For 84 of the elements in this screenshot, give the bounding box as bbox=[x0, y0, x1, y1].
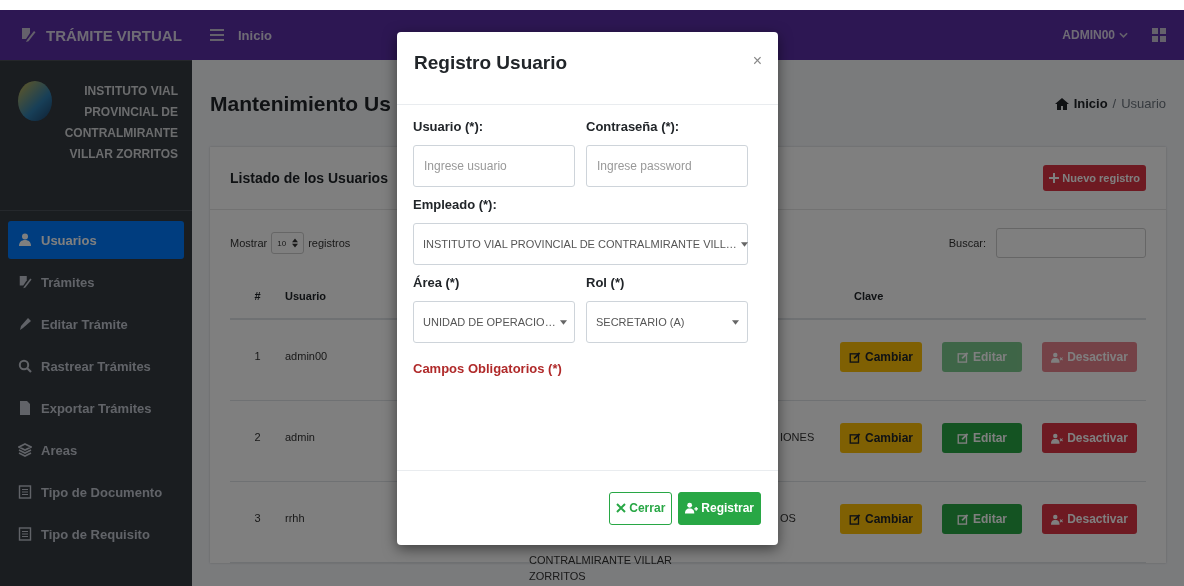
show-label: Mostrar bbox=[230, 237, 268, 249]
plus-icon bbox=[1049, 173, 1060, 183]
change-password-button[interactable]: Cambiar bbox=[840, 342, 922, 372]
home-link[interactable]: Inicio bbox=[238, 27, 272, 43]
organization-name: INSTITUTO VIAL PROVINCIAL DE CONTRALMIRANTE VILLAR ZORRITOS bbox=[63, 83, 178, 163]
table-cell: OS bbox=[780, 512, 796, 524]
table-cell: 1 bbox=[254, 350, 261, 362]
page-title: Mantenimiento Us bbox=[210, 91, 392, 116]
grid-icon[interactable] bbox=[1152, 28, 1166, 42]
user-icon bbox=[18, 233, 32, 247]
edit-icon bbox=[849, 432, 861, 444]
breadcrumb-separator: / bbox=[1112, 96, 1117, 111]
list-document-icon bbox=[18, 485, 32, 499]
field-label: Empleado (*): bbox=[413, 197, 498, 212]
search-field[interactable] bbox=[996, 228, 1146, 258]
edit-icon bbox=[957, 513, 969, 525]
card-title: Listado de los Usuarios bbox=[230, 170, 388, 186]
edit-button[interactable]: Editar bbox=[942, 423, 1022, 453]
deactivate-button[interactable]: Desactivar bbox=[1042, 504, 1137, 534]
edit-button[interactable]: Editar bbox=[942, 504, 1022, 534]
sidebar-item[interactable]: Exportar Trámites bbox=[8, 389, 184, 427]
page-length-select[interactable]: 10 bbox=[271, 232, 305, 254]
column-header: # bbox=[253, 290, 262, 302]
breadcrumb-current: Usuario bbox=[1121, 96, 1166, 111]
table-cell: admin bbox=[285, 431, 315, 443]
change-password-button[interactable]: Cambiar bbox=[840, 504, 922, 534]
select-field[interactable]: UNIDAD DE OPERACIO… bbox=[413, 301, 575, 343]
sidebar-item[interactable]: Tipo de Requisito bbox=[8, 515, 184, 553]
logo-image bbox=[18, 81, 52, 121]
register-button[interactable]: Registrar bbox=[678, 491, 761, 525]
table-cell: admin00 bbox=[285, 350, 328, 362]
records-label: registros bbox=[308, 237, 351, 249]
search-label: Buscar: bbox=[948, 237, 986, 249]
edit-icon bbox=[849, 513, 861, 525]
list-document-icon bbox=[18, 527, 32, 541]
menu-icon[interactable] bbox=[210, 28, 224, 42]
table-cell: 3 bbox=[254, 512, 261, 524]
change-password-button[interactable]: Cambiar bbox=[840, 423, 922, 453]
modal-title: Registro Usuario bbox=[414, 52, 568, 74]
layers-icon bbox=[18, 443, 32, 457]
select-field[interactable]: SECRETARIO (A) bbox=[586, 301, 748, 343]
edit-icon bbox=[849, 351, 861, 363]
close-button[interactable]: × bbox=[748, 52, 766, 70]
sidebar-item[interactable]: Usuarios bbox=[8, 221, 184, 259]
document-edit-icon bbox=[20, 27, 36, 43]
table-cell: rrhh bbox=[285, 512, 305, 524]
sidebar-item[interactable]: Rastrear Trámites bbox=[8, 347, 184, 385]
sidebar-item[interactable]: Tipo de Documento bbox=[8, 473, 184, 511]
file-icon bbox=[18, 401, 32, 415]
column-header: Usuario bbox=[285, 290, 327, 302]
sidebar-item[interactable]: Areas bbox=[8, 431, 184, 469]
search-icon bbox=[18, 359, 32, 373]
input-field[interactable]: Ingrese password bbox=[586, 145, 748, 187]
user-remove-icon bbox=[1051, 432, 1064, 444]
caret-icon bbox=[559, 319, 567, 325]
input-field[interactable]: Ingrese usuario bbox=[413, 145, 575, 187]
cancel-button[interactable]: Cerrar bbox=[609, 491, 673, 525]
chevron-down-icon bbox=[1119, 32, 1128, 38]
home-icon bbox=[1054, 96, 1069, 111]
new-record-button[interactable]: Nuevo registro bbox=[1043, 165, 1146, 191]
caret-icon bbox=[732, 319, 739, 325]
sort-arrows-icon bbox=[292, 238, 299, 248]
breadcrumb-link[interactable]: Inicio bbox=[1073, 96, 1108, 111]
document-edit-icon bbox=[18, 275, 32, 289]
field-label: Área (*) bbox=[413, 275, 461, 290]
field-label: Usuario (*): bbox=[413, 119, 485, 134]
sidebar-item[interactable]: Editar Trámite bbox=[8, 305, 184, 343]
user-remove-icon bbox=[1051, 513, 1064, 525]
table-cell: 2 bbox=[254, 431, 261, 443]
sidebar-item[interactable]: Trámites bbox=[8, 263, 184, 301]
user-add-icon bbox=[685, 502, 699, 514]
edit-icon bbox=[957, 432, 969, 444]
user-menu[interactable]: ADMIN00 bbox=[1062, 28, 1128, 42]
field-label: Contraseña (*): bbox=[586, 119, 681, 134]
close-icon bbox=[616, 503, 627, 513]
column-header: Clave bbox=[853, 290, 885, 302]
required-note: Campos Obligatorios (*) bbox=[413, 361, 563, 376]
table-cell: IONES bbox=[780, 431, 815, 443]
pen-icon bbox=[18, 317, 32, 331]
field-label: Rol (*) bbox=[586, 275, 626, 290]
caret-icon bbox=[740, 241, 748, 247]
select-field[interactable]: INSTITUTO VIAL PROVINCIAL DE CONTRALMIRANTE VILL… bbox=[413, 223, 748, 265]
table-cell-text: CONTRALMIRANTE VILLAR ZORRITOS bbox=[529, 553, 674, 584]
deactivate-button[interactable]: Desactivar bbox=[1042, 423, 1137, 453]
